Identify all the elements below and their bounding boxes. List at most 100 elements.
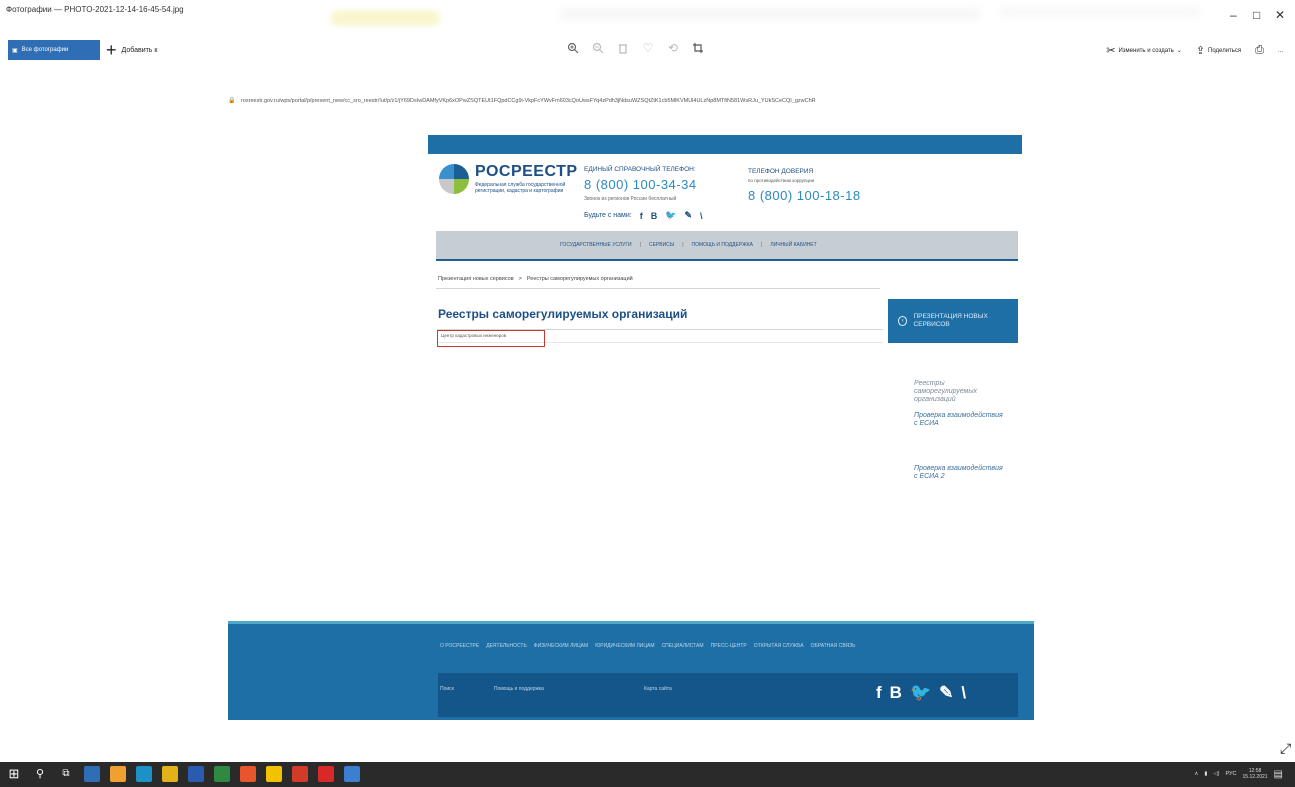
main-nav: ГОСУДАРСТВЕННЫЕ УСЛУГИ | СЕРВИСЫ | ПОМОЩ… (436, 231, 1018, 261)
maximize-button[interactable]: □ (1253, 8, 1260, 22)
share-label: Поделиться (1208, 47, 1242, 54)
rss-icon[interactable]: \ (961, 683, 966, 703)
address-url: rosreestr.gov.ru/wps/portal/p/present_ne… (241, 98, 816, 104)
close-button[interactable]: ✕ (1275, 8, 1285, 22)
side-link-esia[interactable]: Проверка взаимодействия с ЕСИА (914, 412, 1006, 428)
title-ghost-text-2 (1000, 6, 1200, 18)
taskbar-app-icon[interactable] (84, 766, 100, 782)
taskbar-app-icon[interactable] (240, 766, 256, 782)
attach-icon[interactable]: ✎ (939, 683, 953, 703)
attach-icon[interactable]: ✎ (684, 210, 692, 221)
trust-phone: 8 (800) 100-18-18 (748, 188, 861, 203)
photos-icon: ▣ (12, 47, 18, 54)
footer-nav-item[interactable]: О РОСРЕЕСТРЕ (440, 643, 479, 649)
taskbar-app-icon[interactable] (188, 766, 204, 782)
facebook-icon[interactable]: f (876, 683, 882, 703)
footer-link-sitemap[interactable]: Карта сайта (644, 686, 672, 692)
side-link-esia-2[interactable]: Проверка взаимодействия с ЕСИА 2 (914, 465, 1006, 481)
facebook-icon[interactable]: f (640, 211, 643, 221)
site-brand[interactable]: РОСРЕЕСТР (475, 163, 578, 181)
side-link-sro[interactable]: Реестры саморегулируемых организаций (914, 380, 1006, 404)
rotate-icon[interactable]: ⟲ (666, 41, 680, 55)
taskbar-app-icon[interactable] (344, 766, 360, 782)
footer-nav-item[interactable]: ОБРАТНАЯ СВЯЗЬ (811, 643, 856, 649)
system-tray: ∧ ▮ ◁) РУС 12:58 15.12.2021 ▤ (1194, 768, 1283, 780)
notifications-icon[interactable]: ▤ (1274, 769, 1283, 780)
footer-nav-item[interactable]: ЮРИДИЧЕСКИМ ЛИЦАМ (595, 643, 654, 649)
brand-subtitle: Федеральная служба государственной регис… (475, 182, 566, 194)
crop-icon[interactable] (691, 41, 705, 55)
language-indicator[interactable]: РУС (1226, 771, 1237, 777)
footer-link-help[interactable]: Помощь и поддержка (494, 686, 544, 692)
site-topbar (428, 135, 1022, 154)
search-input[interactable]: Центр кадастровых инженеров (437, 330, 545, 347)
footer-nav-item[interactable]: СПЕЦИАЛИСТАМ (662, 643, 704, 649)
hotline-note: Звонок из регионов России бесплатный (584, 196, 677, 202)
breadcrumb: Презентация новых сервисов > Реестры сам… (438, 276, 633, 282)
start-icon[interactable]: ⊞ (6, 766, 22, 782)
all-photos-button[interactable]: ▣ Все фотографии (8, 40, 100, 60)
task-view-icon[interactable]: ⧉ (58, 766, 74, 782)
divider (436, 288, 880, 289)
rosreestr-logo-icon (439, 164, 469, 194)
side-box-label: ПРЕЗЕНТАЦИЯ НОВЫХ СЕРВИСОВ (913, 313, 988, 328)
app-titlebar: Фотографии — PHOTO-2021-12-14-16-45-54.j… (0, 0, 1295, 26)
clock[interactable]: 12:58 15.12.2021 (1243, 768, 1268, 780)
social-links: Будьте с нами: f B 🐦 ✎ \ (584, 210, 703, 221)
delete-icon[interactable] (616, 41, 630, 55)
more-button[interactable]: ... (1278, 48, 1283, 54)
nav-item-account[interactable]: ЛИЧНЫЙ КАБИНЕТ (770, 242, 816, 248)
tray-chevron-icon[interactable]: ∧ (1194, 771, 1198, 777)
taskbar-apps: ⊞ ⚲ ⧉ (6, 766, 360, 782)
taskbar-app-icon[interactable] (266, 766, 282, 782)
network-icon[interactable]: ▮ (1204, 771, 1207, 777)
volume-icon[interactable]: ◁) (1213, 771, 1219, 777)
taskbar-app-icon[interactable] (162, 766, 178, 782)
print-icon[interactable]: ⎙ (1255, 44, 1264, 57)
edit-create-button[interactable]: ✂ Изменить и создать ⌄ (1106, 44, 1182, 57)
nav-item-services[interactable]: ГОСУДАРСТВЕННЫЕ УСЛУГИ (560, 242, 632, 248)
image-tools: ♡ ⟲ (566, 41, 705, 55)
taskbar-app-icon[interactable] (110, 766, 126, 782)
chevron-down-icon: ⌄ (1176, 48, 1182, 54)
side-presentation-box[interactable]: ‹ ПРЕЗЕНТАЦИЯ НОВЫХ СЕРВИСОВ (888, 299, 1018, 343)
rss-icon[interactable]: \ (700, 211, 703, 221)
footer-link-search[interactable]: Поиск (440, 686, 454, 692)
nav-item-help[interactable]: ПОМОЩЬ И ПОДДЕРЖКА (692, 242, 754, 248)
minimize-button[interactable]: – (1230, 8, 1237, 22)
taskbar-app-icon[interactable] (136, 766, 152, 782)
search-icon[interactable]: ⚲ (32, 766, 48, 782)
vk-icon[interactable]: B (890, 683, 902, 703)
window-title: Фотографии — PHOTO-2021-12-14-16-45-54.j… (6, 5, 184, 14)
footer-nav-item[interactable]: ДЕЯТЕЛЬНОСТЬ (486, 643, 527, 649)
zoom-in-icon[interactable] (566, 41, 580, 55)
all-photos-label: Все фотографии (21, 47, 69, 53)
right-toolbar: ✂ Изменить и создать ⌄ ⇪ Поделиться ⎙ ..… (1106, 44, 1283, 57)
vk-icon[interactable]: B (651, 211, 658, 221)
nav-item-servisy[interactable]: СЕРВИСЫ (649, 242, 674, 248)
add-to-button[interactable]: + Добавить к (106, 40, 157, 60)
taskbar-app-icon[interactable] (318, 766, 334, 782)
footer-nav-item[interactable]: ОТКРЫТАЯ СЛУЖБА (754, 643, 804, 649)
page-title: Реестры саморегулируемых организаций (438, 307, 688, 321)
address-bar[interactable]: 🔒 rosreestr.gov.ru/wps/portal/p/present_… (228, 97, 1098, 104)
lock-icon: 🔒 (228, 98, 236, 104)
zoom-out-icon[interactable] (591, 41, 605, 55)
footer-nav-item[interactable]: ПРЕСС-ЦЕНТР (711, 643, 747, 649)
breadcrumb-item[interactable]: Презентация новых сервисов (438, 276, 514, 282)
taskbar-app-icon[interactable] (214, 766, 230, 782)
expand-icon[interactable]: ⤢ (1280, 740, 1291, 757)
breadcrumb-separator: > (518, 276, 522, 282)
share-button[interactable]: ⇪ Поделиться (1196, 44, 1241, 57)
trust-title: ТЕЛЕФОН ДОВЕРИЯ (748, 168, 814, 175)
hotline-phone: 8 (800) 100-34-34 (584, 177, 697, 192)
title-ghost-text (560, 8, 980, 20)
twitter-icon[interactable]: 🐦 (665, 210, 676, 221)
taskbar-app-icon[interactable] (292, 766, 308, 782)
breadcrumb-current: Реестры саморегулируемых организаций (526, 276, 633, 282)
clock-date: 15.12.2021 (1242, 774, 1268, 780)
twitter-icon[interactable]: 🐦 (910, 683, 931, 703)
favorite-icon[interactable]: ♡ (641, 41, 655, 55)
edit-icon: ✂ (1106, 45, 1116, 57)
footer-nav-item[interactable]: ФИЗИЧЕСКИМ ЛИЦАМ (534, 643, 588, 649)
